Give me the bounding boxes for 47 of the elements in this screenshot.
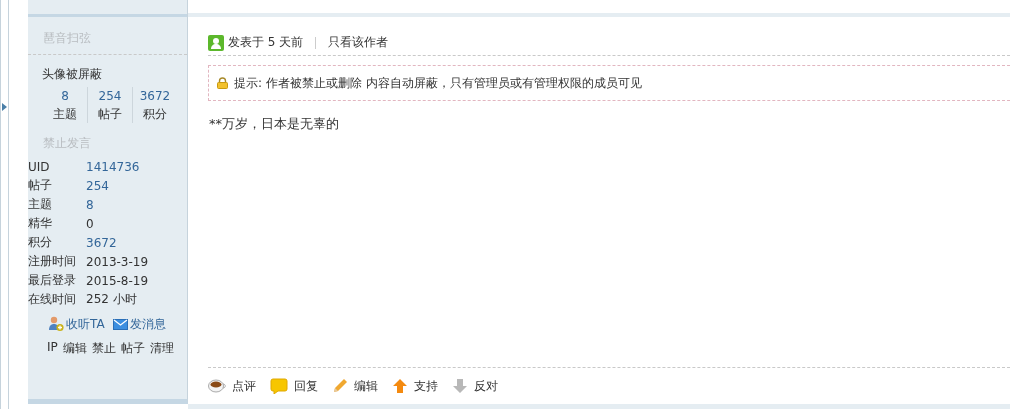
profile-label: 注册时间 (28, 253, 77, 270)
speech-bubble-icon (270, 378, 288, 394)
admin-link[interactable]: 编辑 (62, 340, 87, 357)
stat-link[interactable]: 8 主题 (43, 87, 87, 123)
profile-label: 最后登录 (28, 272, 77, 289)
profile-value-link[interactable]: 8 (86, 197, 94, 212)
person-plus-icon (48, 316, 64, 332)
expand-arrow-icon (2, 103, 7, 111)
side-toggle-bar[interactable] (0, 0, 9, 409)
admin-link[interactable]: 清理 (149, 340, 174, 357)
admin-link[interactable]: IP (47, 340, 58, 357)
stat-link[interactable]: 254 帖子 (87, 87, 132, 123)
profile-label: 精华 (28, 215, 53, 232)
user-icon (208, 34, 224, 51)
up-arrow-icon (392, 378, 408, 394)
stat-link[interactable]: 3672 积分 (132, 87, 177, 123)
profile-value-link[interactable]: 254 (86, 178, 109, 193)
profile-value: 2015-8-19 (86, 273, 149, 288)
avatar-notice: 头像被屏蔽 (41, 66, 103, 83)
profile-label: 在线时间 (28, 291, 77, 308)
cup-icon (208, 379, 226, 393)
post-time: 发表于 5 天前 (228, 34, 304, 51)
notice-text: 提示: 作者被禁止或删除 内容自动屏蔽，只有管理员或有管理权限的成员可见 (234, 74, 642, 92)
profile-value: 0 (86, 216, 94, 231)
profile-label: 积分 (28, 234, 53, 251)
post-content: **万岁，日本是无辜的 (208, 115, 340, 133)
profile-value: 2013-3-19 (86, 254, 149, 269)
profile-label: 帖子 (28, 177, 53, 194)
reply-link[interactable]: 回复 (270, 377, 318, 395)
down-arrow-icon (452, 378, 468, 394)
pencil-icon (332, 378, 348, 394)
admin-link[interactable]: 禁止 (91, 340, 116, 357)
follow-link[interactable]: 收听TA (48, 315, 105, 333)
lock-icon (217, 77, 228, 89)
envelope-icon (112, 318, 128, 330)
admin-link[interactable]: 帖子 (120, 340, 145, 357)
profile-label: 主题 (28, 196, 53, 213)
edit-link[interactable]: 编辑 (332, 377, 378, 395)
support-link[interactable]: 支持 (392, 377, 438, 395)
oppose-link[interactable]: 反对 (452, 377, 498, 395)
profile-label: UID (28, 159, 51, 174)
comment-link[interactable]: 点评 (208, 377, 256, 395)
author-only-link[interactable]: 只看该作者 (328, 34, 389, 51)
profile-value-link[interactable]: 3672 (86, 235, 117, 250)
profile-value-link[interactable]: 1414736 (86, 159, 140, 174)
profile-value: 252 小时 (86, 291, 137, 308)
message-link[interactable]: 发消息 (112, 315, 166, 333)
